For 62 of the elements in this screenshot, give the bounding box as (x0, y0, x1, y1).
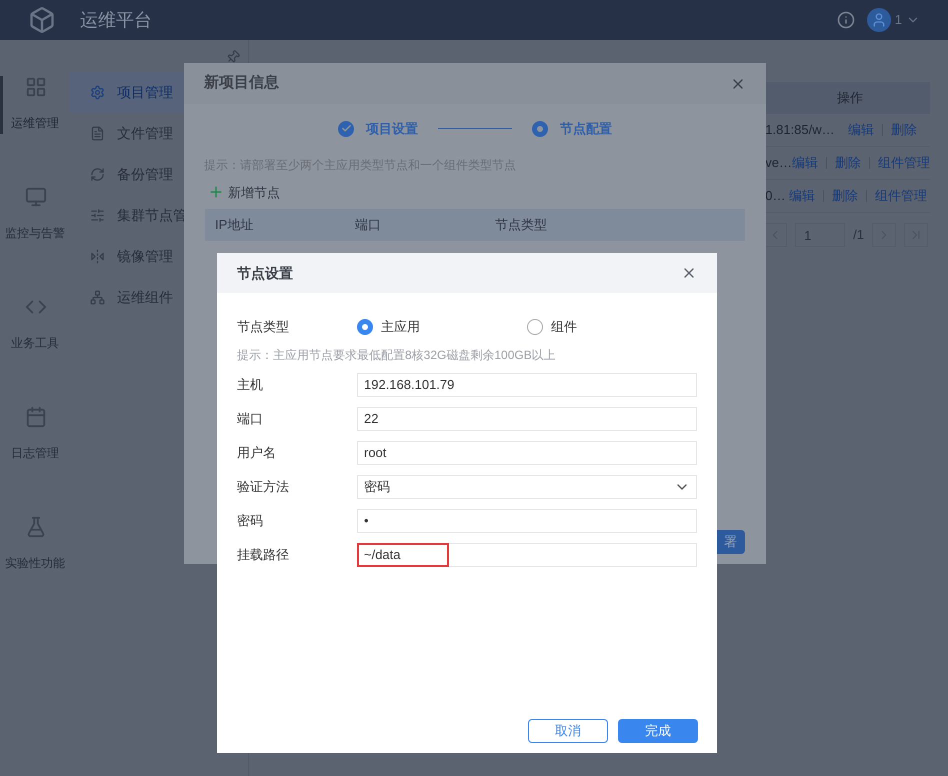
calendar-icon (25, 406, 48, 428)
input-field[interactable]: 22 (357, 407, 697, 431)
refresh-icon (90, 167, 105, 182)
radio-option[interactable]: 主应用 (357, 317, 527, 337)
field-label: 节点类型 (237, 318, 290, 336)
user-menu[interactable]: 1 (866, 8, 920, 32)
table-cell-text: 1.81:85/w… (765, 121, 835, 140)
action-link[interactable]: 编辑 (792, 153, 818, 173)
input-field[interactable]: root (357, 441, 697, 465)
action-link[interactable]: 编辑 (788, 186, 815, 206)
sidebar-item[interactable]: 文件管理 (70, 113, 248, 154)
field-value: root (363, 444, 388, 462)
action-link[interactable]: 组件管理 (874, 186, 927, 206)
action-link[interactable]: 删除 (835, 153, 861, 173)
confirm-button[interactable]: 完成 (618, 719, 698, 743)
cube-logo-icon (28, 6, 56, 34)
add-node-button[interactable]: 新增节点 (208, 182, 280, 202)
cancel-button[interactable]: 取消 (528, 719, 608, 743)
action-link[interactable]: 删除 (832, 186, 858, 206)
table-cell-text: ve… (765, 154, 792, 172)
action-link[interactable]: 编辑 (848, 120, 874, 140)
step-label: 项目设置 (366, 120, 418, 138)
column-header: 端口 (355, 216, 382, 234)
field-label: 主机 (237, 376, 264, 394)
hint-text: 提示：主应用节点要求最低配置8核32G磁盘剩余100GB以上 (236, 347, 557, 364)
field-value: 192.168.101.79 (363, 376, 456, 394)
mirror-icon (90, 249, 105, 264)
input-field[interactable]: • (357, 509, 697, 533)
document-icon (90, 126, 105, 141)
field-label: 密码 (237, 512, 264, 530)
step-label: 节点配置 (560, 120, 612, 138)
action-link[interactable]: 组件管理 (878, 153, 930, 173)
field-label: 用户名 (237, 444, 277, 462)
table-cell-text: 0… (765, 187, 786, 206)
field-value: • (363, 512, 370, 530)
field-value: ~/data (357, 543, 449, 567)
dialog-title: 节点设置 (237, 264, 293, 283)
monitor-icon (25, 186, 48, 208)
rail-item[interactable]: 业务工具 (0, 296, 70, 354)
gear-icon (90, 85, 105, 100)
field-label: 挂载路径 (237, 546, 290, 564)
plus-icon (208, 184, 224, 200)
grid-icon (25, 76, 48, 98)
action-link[interactable]: 删除 (890, 120, 917, 140)
field-label: 验证方法 (237, 478, 290, 496)
input-field[interactable]: 192.168.101.79 (357, 373, 697, 397)
field-label: 端口 (237, 410, 264, 428)
rail-item[interactable]: 监控与告警 (0, 186, 70, 244)
select-field[interactable]: 密码 (357, 475, 697, 499)
column-header: 节点类型 (495, 216, 548, 234)
app-title: 运维平台 (80, 8, 152, 32)
field-value: 22 (363, 410, 380, 428)
rail-item[interactable]: 实验性功能 (0, 516, 70, 574)
input-field[interactable]: ~/data (357, 543, 697, 567)
avatar-icon (866, 8, 891, 32)
rail-item[interactable]: 日志管理 (0, 406, 70, 464)
sliders-icon (90, 208, 105, 223)
column-header: IP地址 (215, 216, 254, 234)
radio-option[interactable]: 组件 (527, 317, 697, 337)
column-header: 操作 (836, 89, 864, 108)
network-icon (90, 290, 105, 305)
info-icon[interactable] (836, 11, 855, 29)
